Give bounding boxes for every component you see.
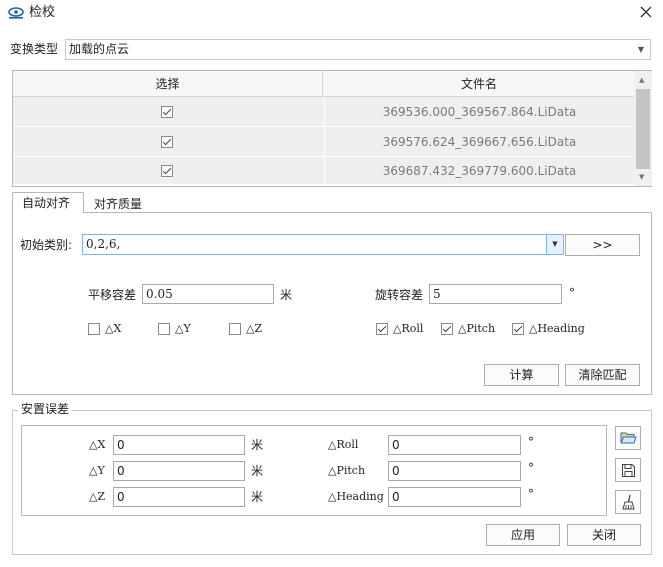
expand-arrow-button[interactable]: >> [565, 234, 640, 256]
delta-heading-checkbox[interactable] [512, 323, 524, 335]
mount-delta-y-unit: 米 [251, 464, 264, 478]
mount-delta-pitch-label: △Pitch [328, 464, 366, 477]
table-row[interactable]: 369687.432_369779.600.LiData [13, 157, 634, 185]
close-button[interactable]: 关闭 [567, 524, 641, 546]
apply-button[interactable]: 应用 [486, 524, 560, 546]
window-title: 检校 [29, 5, 56, 20]
delta-x-label: △X [105, 322, 122, 335]
delta-roll-checkbox[interactable] [376, 323, 388, 335]
compute-button[interactable]: 计算 [484, 364, 559, 386]
dropdown-icon: ▼ [637, 45, 644, 54]
delta-pitch-label: △Pitch [458, 322, 496, 335]
grid-scrollbar[interactable]: ▲ ▼ [634, 71, 652, 186]
translation-unit: 米 [280, 288, 293, 302]
mount-delta-pitch-unit: ° [528, 461, 534, 475]
delta-roll-label: △Roll [393, 322, 424, 335]
title-bar: 检校 [0, 0, 663, 28]
transform-type-value: 加载的点云 [69, 42, 130, 56]
mount-delta-pitch-input[interactable]: 0 [388, 461, 521, 481]
tab-auto-align-label: 自动对齐 [22, 196, 71, 210]
table-row[interactable]: 369576.624_369667.656.LiData [13, 127, 634, 157]
mount-delta-heading-label: △Heading [328, 490, 384, 503]
mount-delta-y-input[interactable]: 0 [113, 461, 245, 481]
transform-type-label: 变换类型 [10, 42, 59, 56]
column-header-select[interactable]: 选择 [13, 71, 323, 97]
transform-type-select[interactable]: 加载的点云 ▼ [65, 39, 651, 60]
broom-icon [622, 494, 636, 514]
tab-align-quality-label: 对齐质量 [94, 197, 143, 211]
table-row[interactable]: 369536.000_369567.864.LiData [13, 97, 634, 127]
delta-z-checkbox[interactable] [229, 323, 241, 335]
scroll-up-icon[interactable]: ▲ [639, 76, 644, 84]
scroll-thumb[interactable] [636, 89, 650, 169]
folder-open-icon [620, 431, 637, 448]
open-folder-button[interactable] [615, 426, 641, 450]
delta-x-checkbox[interactable] [88, 323, 100, 335]
mount-delta-z-unit: 米 [251, 490, 264, 504]
initial-class-combo[interactable]: 0,2,6, ▼ [82, 234, 564, 255]
delta-heading-label: △Heading [529, 322, 585, 335]
mount-delta-roll-label: △Roll [328, 438, 359, 451]
delta-y-checkbox[interactable] [158, 323, 170, 335]
mount-delta-x-input[interactable]: 0 [113, 435, 245, 455]
row-select-checkbox[interactable] [161, 136, 173, 148]
rotation-tolerance-input[interactable]: 5 [429, 284, 562, 304]
mount-delta-roll-unit: ° [528, 435, 534, 449]
dropdown-icon[interactable]: ▼ [546, 235, 563, 254]
mount-delta-z-label: △Z [89, 490, 106, 503]
logo-icon [8, 7, 24, 19]
initial-class-label: 初始类别: [20, 238, 73, 252]
mount-delta-heading-input[interactable]: 0 [388, 487, 521, 507]
mount-delta-x-unit: 米 [251, 438, 264, 452]
tab-auto-align[interactable]: 自动对齐 [12, 192, 84, 213]
scroll-down-icon[interactable]: ▼ [639, 173, 644, 181]
rotation-tolerance-label: 旋转容差 [375, 288, 424, 302]
mount-delta-y-label: △Y [89, 464, 105, 477]
tab-align-quality[interactable]: 对齐质量 [84, 194, 156, 213]
clean-button[interactable] [615, 490, 641, 514]
mount-delta-z-input[interactable]: 0 [113, 487, 245, 507]
grid-header: 选择 文件名 [13, 71, 634, 97]
delta-pitch-checkbox[interactable] [441, 323, 453, 335]
clear-match-button[interactable]: 清除匹配 [565, 364, 640, 386]
save-button[interactable] [615, 458, 641, 482]
rotation-unit: ° [569, 286, 575, 300]
mounting-error-legend: 安置误差 [18, 401, 73, 417]
translation-tolerance-label: 平移容差 [88, 288, 137, 302]
initial-class-value: 0,2,6, [86, 237, 121, 251]
row-select-checkbox[interactable] [161, 106, 173, 118]
row-filename: 369576.624_369667.656.LiData [324, 127, 634, 157]
mount-delta-roll-input[interactable]: 0 [388, 435, 521, 455]
row-filename: 369536.000_369567.864.LiData [324, 97, 634, 127]
row-filename: 369687.432_369779.600.LiData [324, 157, 634, 185]
save-icon [621, 463, 636, 481]
mount-delta-heading-unit: ° [528, 487, 534, 501]
translation-tolerance-input[interactable]: 0.05 [142, 284, 274, 304]
row-select-checkbox[interactable] [161, 165, 173, 177]
delta-z-label: △Z [246, 322, 263, 335]
close-icon[interactable] [640, 6, 652, 18]
column-header-filename[interactable]: 文件名 [324, 71, 634, 97]
delta-y-label: △Y [175, 322, 191, 335]
mount-delta-x-label: △X [89, 438, 106, 451]
